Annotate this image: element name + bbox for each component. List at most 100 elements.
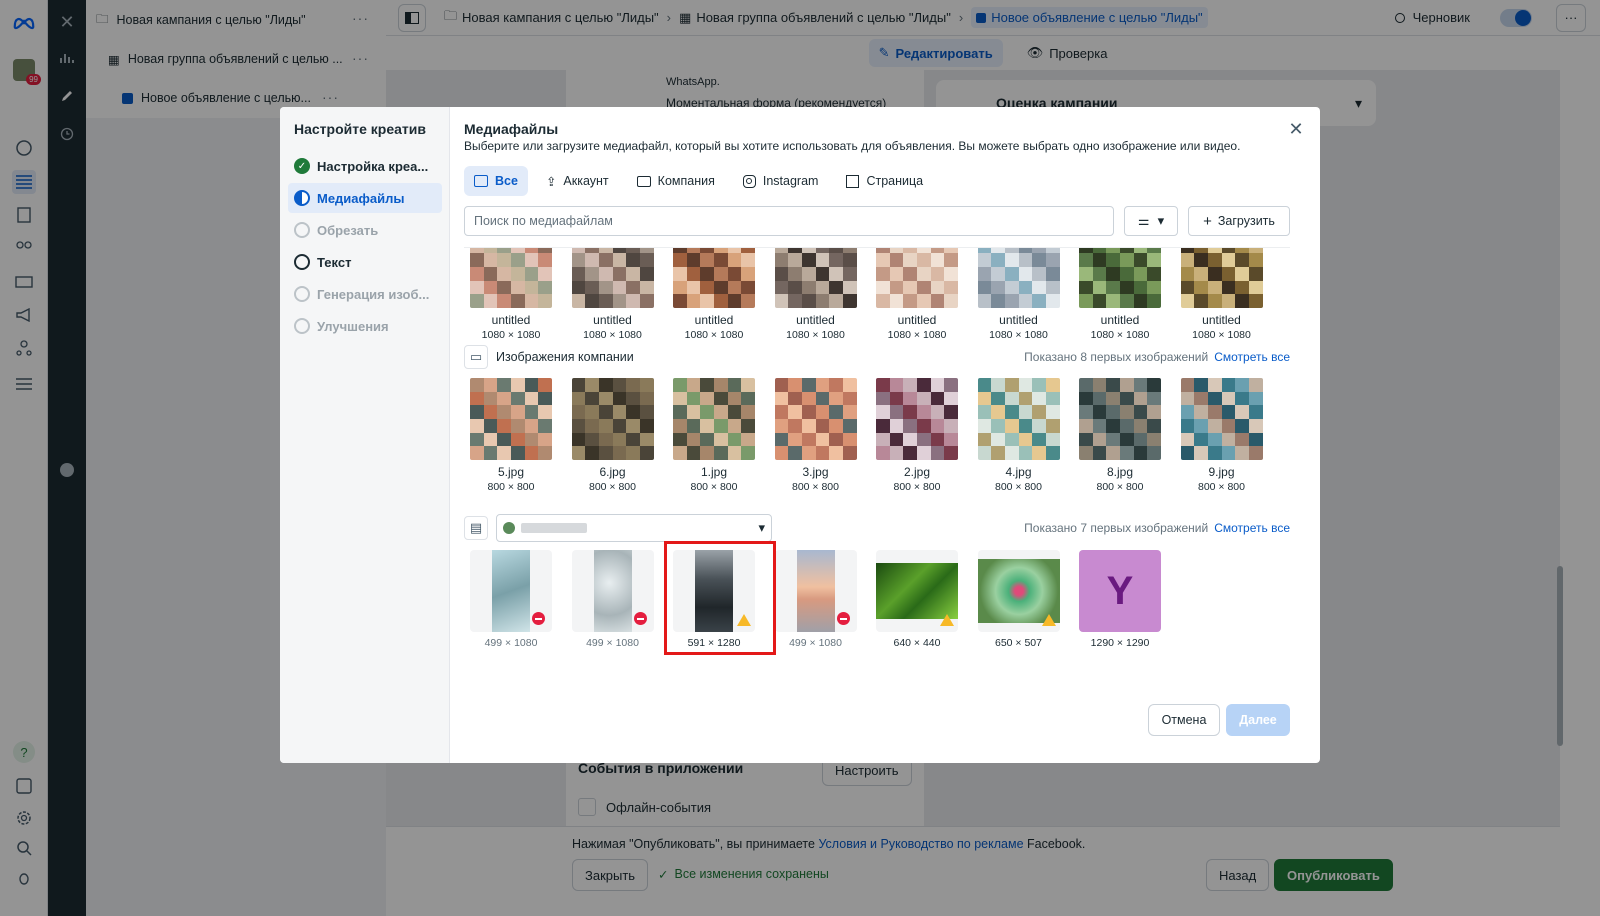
media-item[interactable]: untitled 1080 × 1080 — [470, 248, 552, 341]
image-thumbnail[interactable] — [571, 550, 654, 632]
circle-icon — [294, 222, 310, 238]
tab-instagram[interactable]: Instagram — [733, 166, 829, 196]
next-button[interactable]: Далее — [1226, 704, 1290, 736]
step-media[interactable]: Медиафайлы — [288, 183, 442, 213]
creative-setup-modal: Настройте креатив ✓ Настройка креа... Ме… — [280, 107, 1320, 763]
image-thumbnail[interactable] — [1079, 248, 1161, 308]
page-images-row: 499 × 1080 499 × 1080 591 × 1280 499 × 1080… — [470, 550, 1161, 649]
image-thumbnail[interactable] — [470, 248, 552, 308]
media-item-dimensions: 1080 × 1080 — [887, 329, 947, 341]
image-thumbnail[interactable] — [470, 550, 552, 632]
page-see-all-link[interactable]: Смотреть все — [1214, 521, 1290, 535]
wizard-sidebar: Настройте креатив ✓ Настройка креа... Ме… — [280, 107, 450, 763]
image-thumbnail[interactable] — [774, 550, 857, 632]
company-see-all-link[interactable]: Смотреть все — [1214, 350, 1290, 364]
image-thumbnail[interactable] — [1180, 378, 1263, 460]
media-item[interactable]: 9.jpg 800 × 800 — [1180, 378, 1263, 493]
caret-down-icon: ▾ — [1157, 213, 1165, 228]
media-item[interactable]: untitled 1080 × 1080 — [977, 248, 1060, 341]
warning-icon — [940, 614, 954, 626]
image-thumbnail[interactable] — [876, 248, 958, 308]
image-preview — [492, 550, 530, 632]
media-item[interactable]: untitled 1080 × 1080 — [774, 248, 857, 341]
briefcase-icon — [636, 175, 651, 187]
media-item[interactable]: 1.jpg 800 × 800 — [673, 378, 755, 493]
media-item[interactable]: 640 × 440 — [876, 550, 958, 649]
image-thumbnail[interactable] — [673, 378, 755, 460]
media-item-name: 3.jpg — [802, 465, 829, 479]
media-item-name: untitled — [694, 313, 734, 327]
filter-dropdown-button[interactable]: ⚌ ▾ — [1124, 206, 1178, 236]
tab-page[interactable]: Страница — [836, 166, 933, 196]
image-thumbnail[interactable] — [876, 550, 958, 632]
media-item-dimensions: 499 × 1080 — [789, 637, 842, 649]
media-item[interactable]: 2.jpg 800 × 800 — [876, 378, 958, 493]
wizard-title: Настройте креатив — [294, 121, 426, 137]
image-thumbnail[interactable] — [1180, 248, 1263, 308]
media-item-name: 5.jpg — [497, 465, 525, 479]
media-item-dimensions: 1080 × 1080 — [1090, 329, 1150, 341]
half-circle-icon — [294, 190, 310, 206]
media-library: untitled 1080 × 1080 untitled 1080 × 1080 un… — [464, 247, 1290, 687]
instagram-icon — [742, 174, 756, 188]
page-selector-dropdown[interactable]: ▾ — [496, 514, 772, 542]
media-item-name: untitled — [491, 313, 531, 327]
cancel-button[interactable]: Отмена — [1148, 704, 1220, 736]
tab-all[interactable]: Все — [464, 166, 528, 196]
media-item[interactable]: 499 × 1080 — [571, 550, 654, 649]
image-thumbnail[interactable] — [876, 378, 958, 460]
step-image-generation[interactable]: Генерация изоб... — [288, 279, 442, 309]
image-thumbnail[interactable] — [977, 550, 1060, 632]
media-item[interactable]: 5.jpg 800 × 800 — [470, 378, 552, 493]
media-item[interactable]: untitled 1080 × 1080 — [1180, 248, 1263, 341]
image-thumbnail[interactable] — [774, 248, 857, 308]
media-item[interactable]: untitled 1080 × 1080 — [1079, 248, 1161, 341]
media-item[interactable]: untitled 1080 × 1080 — [673, 248, 755, 341]
tab-account[interactable]: ⇪ Аккаунт — [536, 166, 619, 196]
page-images-header: ▤ ▾ Показано 7 первых изображений Смотрет… — [464, 514, 1290, 542]
media-item[interactable]: untitled 1080 × 1080 — [571, 248, 654, 341]
media-item[interactable]: 499 × 1080 — [470, 550, 552, 649]
media-item-dimensions: 1080 × 1080 — [481, 329, 541, 341]
step-creative-setup[interactable]: ✓ Настройка креа... — [288, 151, 442, 181]
image-thumbnail[interactable]: Y — [1079, 550, 1161, 632]
media-item[interactable]: untitled 1080 × 1080 — [876, 248, 958, 341]
media-item-dimensions: 800 × 800 — [893, 481, 941, 493]
media-item[interactable]: 499 × 1080 — [774, 550, 857, 649]
media-item[interactable]: 6.jpg 800 × 800 — [571, 378, 654, 493]
step-text[interactable]: Текст — [288, 247, 442, 277]
upload-button[interactable]: + Загрузить — [1188, 206, 1290, 236]
page-icon — [846, 174, 860, 188]
media-item-name: untitled — [796, 313, 835, 327]
step-crop[interactable]: Обрезать — [288, 215, 442, 245]
image-thumbnail[interactable] — [673, 248, 755, 308]
circle-icon — [294, 286, 310, 302]
page-avatar — [503, 522, 515, 534]
step-enhancements[interactable]: Улучшения — [288, 311, 442, 341]
tab-company[interactable]: Компания — [627, 166, 725, 196]
media-item-dimensions: 800 × 800 — [588, 481, 636, 493]
image-thumbnail[interactable] — [571, 378, 654, 460]
media-item[interactable]: Y 1290 × 1290 — [1079, 550, 1161, 649]
image-thumbnail[interactable] — [470, 378, 552, 460]
image-thumbnail[interactable] — [977, 378, 1060, 460]
media-item-name: untitled — [1202, 313, 1241, 327]
media-item-name: 8.jpg — [1106, 465, 1134, 479]
circle-icon — [294, 318, 310, 334]
media-item[interactable]: 4.jpg 800 × 800 — [977, 378, 1060, 493]
media-search-input[interactable] — [464, 206, 1114, 236]
media-item[interactable]: 3.jpg 800 × 800 — [774, 378, 857, 493]
media-item-dimensions: 800 × 800 — [994, 481, 1042, 493]
media-item[interactable]: 650 × 507 — [977, 550, 1060, 649]
image-thumbnail[interactable] — [774, 378, 857, 460]
image-thumbnail[interactable] — [1079, 378, 1161, 460]
warning-icon — [1041, 614, 1056, 626]
media-item-dimensions: 499 × 1080 — [586, 637, 639, 649]
blocked-icon — [633, 612, 647, 625]
upload-icon: ⇪ — [545, 174, 557, 189]
close-icon[interactable]: ✕ — [1286, 119, 1306, 139]
image-thumbnail[interactable] — [977, 248, 1060, 308]
image-thumbnail[interactable] — [571, 248, 654, 308]
media-item[interactable]: 8.jpg 800 × 800 — [1079, 378, 1161, 493]
media-item-dimensions: 800 × 800 — [487, 481, 535, 493]
